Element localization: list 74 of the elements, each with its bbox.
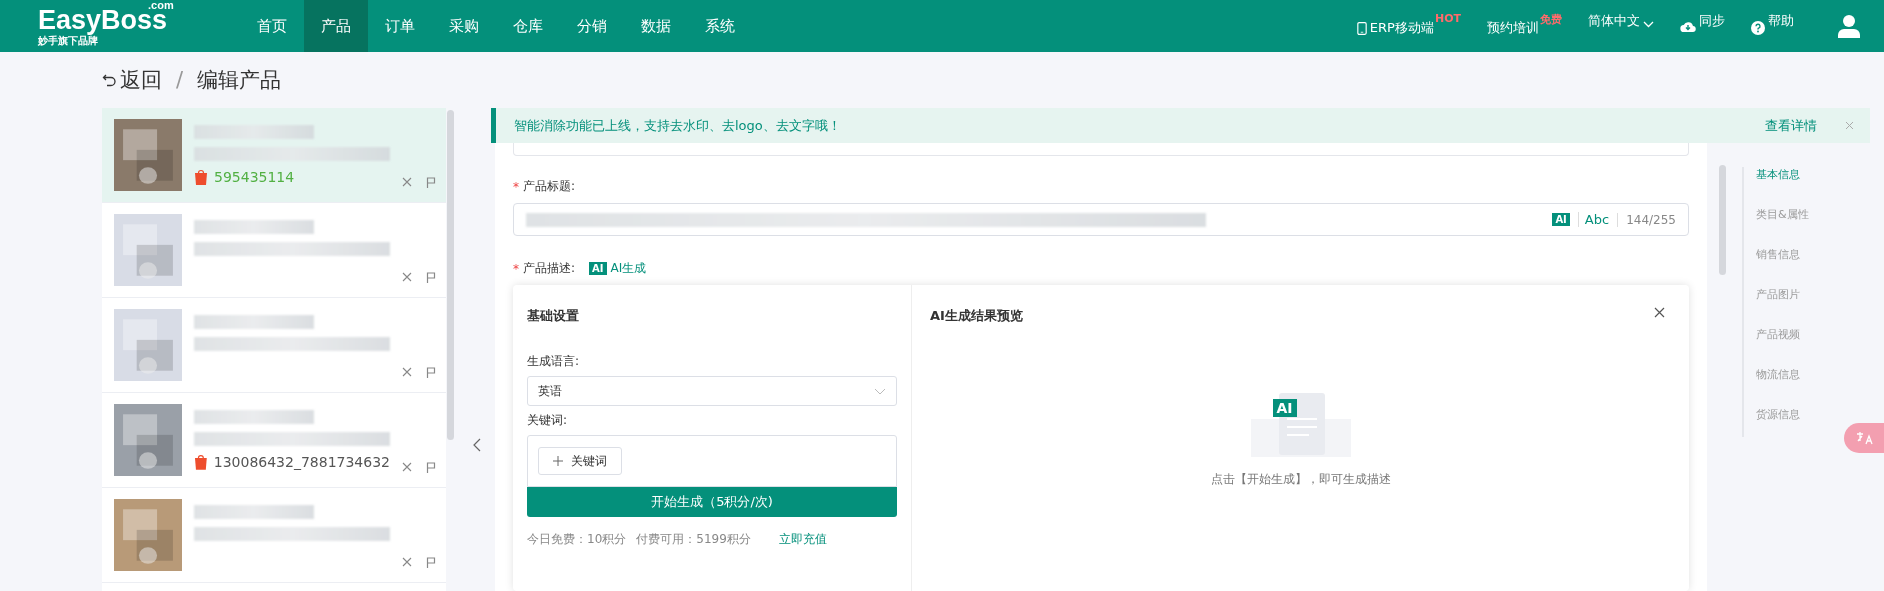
help-button[interactable]: 帮助 bbox=[1751, 12, 1794, 40]
close-icon[interactable] bbox=[1654, 307, 1665, 318]
view-details-link[interactable]: 查看详情 bbox=[1765, 116, 1817, 135]
chevron-down-icon bbox=[874, 387, 886, 395]
flag-icon[interactable] bbox=[426, 272, 436, 283]
close-icon[interactable] bbox=[402, 462, 412, 472]
ai-generate-link[interactable]: AI AI生成 bbox=[589, 260, 647, 277]
field-label: 生成语言: bbox=[527, 353, 581, 370]
abc-button[interactable]: Abc bbox=[1577, 212, 1610, 227]
user-icon[interactable] bbox=[1838, 14, 1860, 38]
scrollbar[interactable] bbox=[447, 110, 454, 440]
section-anchor[interactable]: 物流信息 bbox=[1756, 367, 1809, 382]
paid-credits: 付费可用：5199积分 bbox=[636, 531, 751, 548]
empty-hint: 点击【开始生成】，即可生成描述 bbox=[1210, 471, 1391, 488]
close-icon[interactable] bbox=[402, 367, 412, 377]
flag-icon[interactable] bbox=[426, 177, 436, 188]
free-label: 免费 bbox=[1540, 12, 1562, 27]
undo-icon bbox=[102, 73, 116, 87]
title-input[interactable]: AI Abc 144/255 bbox=[513, 203, 1689, 236]
section-anchor[interactable]: 基本信息 bbox=[1756, 167, 1809, 182]
flag-icon[interactable] bbox=[426, 462, 436, 473]
field-label: 产品描述: bbox=[523, 260, 576, 277]
breadcrumb-separator: / bbox=[176, 68, 184, 92]
close-icon[interactable] bbox=[402, 272, 412, 282]
panel-title: 基础设置 bbox=[527, 307, 580, 325]
free-credits: 今日免费：10积分 bbox=[527, 531, 627, 548]
nav-tab[interactable]: 系统 bbox=[688, 0, 752, 52]
notice-text: 智能消除功能已上线，支持去水印、去logo、去文字哦！ bbox=[514, 116, 842, 135]
char-counter: 144/255 bbox=[1617, 212, 1676, 227]
sync-button[interactable]: 同步 bbox=[1680, 12, 1725, 40]
nav-tab[interactable]: 分销 bbox=[560, 0, 624, 52]
hot-label: HOT bbox=[1434, 12, 1461, 25]
section-anchor[interactable]: 货源信息 bbox=[1756, 407, 1809, 422]
nav-tab[interactable]: 产品 bbox=[304, 0, 368, 52]
plus-icon bbox=[553, 456, 563, 466]
help-icon bbox=[1751, 21, 1765, 35]
close-icon[interactable] bbox=[402, 177, 412, 187]
section-anchor[interactable]: 产品图片 bbox=[1756, 287, 1809, 302]
flag-icon[interactable] bbox=[426, 557, 436, 568]
field-label: 产品标题: bbox=[523, 178, 576, 195]
flag-icon[interactable] bbox=[426, 367, 436, 378]
recharge-link[interactable]: 立即充值 bbox=[778, 531, 827, 548]
product-sku: 595435114 bbox=[214, 169, 295, 185]
product-sku: 130086432_7881734632 bbox=[213, 454, 390, 470]
scrollbar[interactable] bbox=[1719, 165, 1726, 275]
input-field[interactable] bbox=[513, 143, 1689, 156]
translate-icon[interactable] bbox=[1844, 423, 1884, 453]
cloud-download-icon bbox=[1680, 21, 1696, 33]
panel-title: AI生成结果预览 bbox=[930, 307, 1023, 325]
chevron-left-icon[interactable] bbox=[473, 438, 481, 452]
empty-document-drawing: AI bbox=[1240, 387, 1361, 459]
product-item[interactable]: 130086432_7881734632 bbox=[102, 393, 446, 488]
language-select[interactable]: 英语 bbox=[527, 376, 897, 406]
language-select[interactable]: 简体中文 bbox=[1588, 12, 1654, 40]
add-keyword-button[interactable]: 关键词 bbox=[538, 447, 622, 475]
product-item[interactable]: 595435114 bbox=[102, 108, 446, 203]
section-anchor[interactable]: 类目&属性 bbox=[1756, 207, 1809, 222]
nav-tab[interactable]: 数据 bbox=[624, 0, 688, 52]
back-link[interactable]: 返回 bbox=[102, 66, 162, 94]
section-anchor[interactable]: 产品视频 bbox=[1756, 327, 1809, 342]
phone-icon bbox=[1356, 21, 1367, 36]
required-mark: * bbox=[513, 179, 519, 194]
page-title: 编辑产品 bbox=[197, 67, 282, 94]
close-icon[interactable] bbox=[402, 557, 412, 567]
ai-badge[interactable]: AI bbox=[1552, 213, 1570, 226]
nav-tab[interactable]: 首页 bbox=[240, 0, 304, 52]
chevron-down-icon bbox=[1643, 21, 1654, 28]
required-mark: * bbox=[513, 261, 519, 276]
nav-tab[interactable]: 仓库 bbox=[496, 0, 560, 52]
generate-button[interactable]: 开始生成（5积分/次) bbox=[527, 487, 897, 517]
field-label: 关键词: bbox=[527, 412, 569, 429]
nav-tab[interactable]: 采购 bbox=[432, 0, 496, 52]
nav-tab[interactable]: 订单 bbox=[368, 0, 432, 52]
section-anchor[interactable]: 销售信息 bbox=[1756, 247, 1809, 262]
